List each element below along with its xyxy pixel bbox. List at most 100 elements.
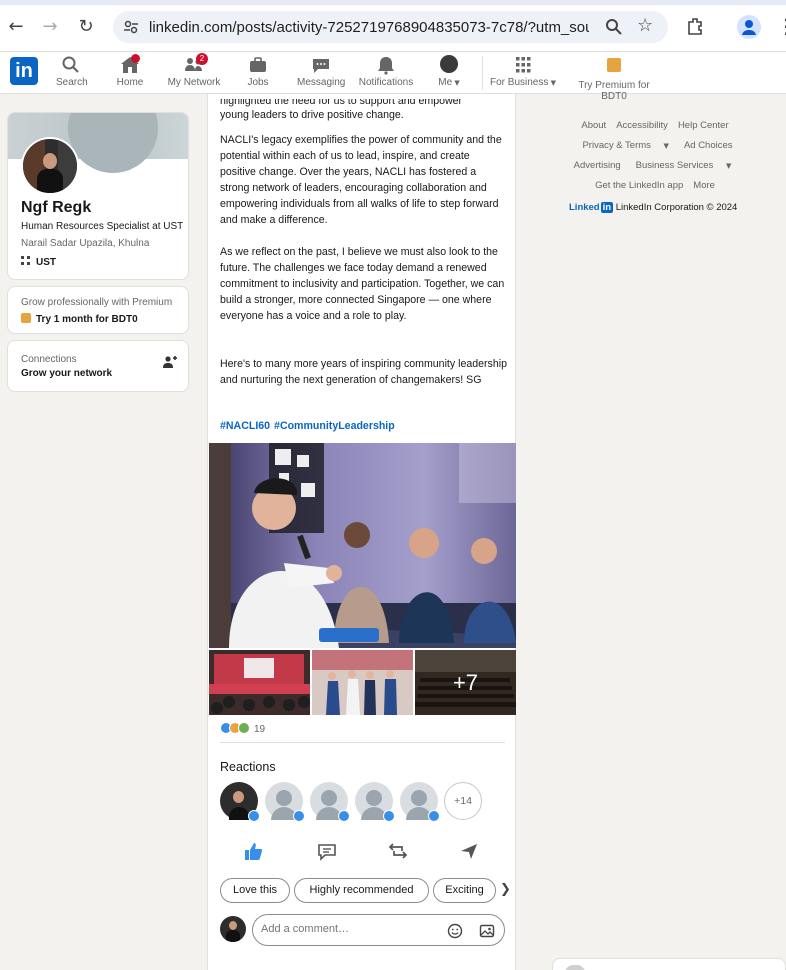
messaging-overlay[interactable] xyxy=(552,958,786,970)
nav-jobs[interactable]: Jobs xyxy=(244,55,272,88)
profile-company-label: UST xyxy=(36,257,56,268)
post-thumbnail-2[interactable] xyxy=(312,650,413,715)
reaction-summary[interactable]: 19 xyxy=(220,722,265,735)
footer-links: About Accessibility Help Center Privacy & … xyxy=(560,116,750,196)
message-icon xyxy=(313,59,329,73)
zoom-icon[interactable] xyxy=(605,18,623,36)
briefcase-icon xyxy=(250,57,266,72)
post-thumbnail-1[interactable] xyxy=(209,650,310,715)
network-notification-badge: 2 xyxy=(196,53,208,65)
reactor-avatar[interactable] xyxy=(310,782,350,822)
hashtag-link[interactable]: #NACLI60 xyxy=(220,420,270,432)
nav-me[interactable]: Me ▼ xyxy=(434,55,464,88)
post-main-image[interactable] xyxy=(209,443,516,648)
reactor-avatar[interactable] xyxy=(400,782,440,822)
reaction-count: 19 xyxy=(254,724,266,735)
linkedin-logo[interactable]: in xyxy=(10,57,38,85)
footer-link-advertising[interactable]: Advertising xyxy=(574,160,621,171)
nav-home-label: Home xyxy=(116,77,144,88)
premium-icon xyxy=(21,313,31,323)
repost-icon[interactable] xyxy=(387,840,409,862)
profile-card[interactable]: Ngf Regk Human Resources Specialist at U… xyxy=(7,112,189,280)
event-stage-photo xyxy=(209,650,310,715)
hashtag-link[interactable]: #CommunityLeadership xyxy=(274,420,395,432)
bell-icon xyxy=(378,57,394,75)
premium-card[interactable]: Grow professionally with Premium Try 1 m… xyxy=(7,286,189,334)
address-bar[interactable]: linkedin.com/posts/activity-725271976890… xyxy=(113,11,668,43)
nav-notifications-label: Notifications xyxy=(358,77,414,88)
footer-link-business-services[interactable]: Business Services ▼ xyxy=(631,160,737,171)
nav-home[interactable]: Home xyxy=(114,54,146,88)
more-reactors-button[interactable]: +14 xyxy=(444,782,482,820)
chevron-down-icon: ▼ xyxy=(452,79,460,87)
post-hashtags: #NACLI60 #CommunityLeadership xyxy=(220,420,399,432)
nav-my-network[interactable]: 2 My Network xyxy=(166,53,222,88)
comment-box[interactable] xyxy=(252,914,505,946)
profile-name[interactable]: Ngf Regk xyxy=(21,199,91,217)
footer-link-privacy-terms[interactable]: Privacy & Terms ▼ xyxy=(577,140,673,151)
send-icon[interactable] xyxy=(458,840,480,862)
like-badge-icon xyxy=(428,810,440,822)
url-text[interactable]: linkedin.com/posts/activity-725271976890… xyxy=(149,19,589,36)
post-card: highlighted the need for us to support a… xyxy=(207,94,516,970)
post-thumbnail-more[interactable]: +7 xyxy=(415,650,516,715)
chevron-right-icon[interactable]: ❯ xyxy=(500,882,511,897)
add-connection-icon[interactable] xyxy=(163,355,177,369)
footer-link-more[interactable]: More xyxy=(693,180,715,191)
profile-company[interactable]: UST xyxy=(21,256,56,268)
avatar xyxy=(220,916,246,942)
footer-link-business-services-label: Business Services xyxy=(635,160,714,171)
site-settings-icon[interactable] xyxy=(123,19,139,35)
linkedin-wordmark-in: in xyxy=(600,202,614,213)
post-paragraph-2: As we reflect on the past, I believe we … xyxy=(220,246,505,322)
bookmark-star-icon[interactable]: ☆ xyxy=(637,15,653,36)
premium-trial-link[interactable]: Try 1 month for BDT0 xyxy=(21,313,138,325)
nav-for-business[interactable]: For Business ▼ xyxy=(490,55,556,88)
connections-card[interactable]: Connections Grow your network xyxy=(7,340,189,392)
chevron-down-icon: ▼ xyxy=(663,142,669,150)
extensions-icon[interactable] xyxy=(686,16,706,36)
avatar xyxy=(565,965,585,970)
footer-link-get-app[interactable]: Get the LinkedIn app xyxy=(595,180,683,191)
avatar[interactable] xyxy=(21,137,79,195)
suggestion-chip[interactable]: Love this xyxy=(220,878,290,903)
like-icon[interactable] xyxy=(242,840,264,862)
profile-location: Narail Sadar Upazila, Khulna xyxy=(21,238,150,249)
browser-menu-icon[interactable]: ⋮ xyxy=(776,14,786,38)
nav-messaging-label: Messaging xyxy=(297,77,346,88)
reactor-avatar[interactable] xyxy=(355,782,395,822)
browser-profile-icon[interactable] xyxy=(737,15,761,39)
linkedin-wordmark: Linked in xyxy=(569,202,614,213)
footer-link-accessibility[interactable]: Accessibility xyxy=(616,120,668,131)
reload-icon[interactable]: ↻ xyxy=(76,17,96,37)
comment-input[interactable] xyxy=(261,923,441,935)
footer-link-about[interactable]: About xyxy=(581,120,606,131)
suggestion-chip[interactable]: Exciting xyxy=(433,878,496,903)
grid-apps-icon xyxy=(516,57,531,73)
reactions-title: Reactions xyxy=(220,760,276,774)
grow-network-link[interactable]: Grow your network xyxy=(21,368,112,379)
nav-for-business-label: For Business xyxy=(490,77,549,88)
suggestion-chip[interactable]: Highly recommended xyxy=(294,878,429,903)
nav-search[interactable]: Search xyxy=(56,55,88,88)
premium-icon xyxy=(603,58,625,78)
nav-notifications[interactable]: Notifications xyxy=(358,55,414,88)
footer-link-help-center[interactable]: Help Center xyxy=(678,120,729,131)
reactor-avatar[interactable] xyxy=(265,782,305,822)
nav-jobs-label: Jobs xyxy=(247,77,269,88)
forward-icon[interactable]: → xyxy=(40,17,60,37)
nav-divider xyxy=(482,56,483,90)
back-icon[interactable]: ← xyxy=(6,17,26,37)
like-badge-icon xyxy=(383,810,395,822)
comment-icon[interactable] xyxy=(316,840,338,862)
reactor-avatar[interactable] xyxy=(220,782,260,822)
emoji-icon[interactable] xyxy=(447,923,463,939)
nav-try-premium[interactable]: Try Premium for BDT0 xyxy=(566,55,662,102)
like-badge-icon xyxy=(293,810,305,822)
nav-messaging[interactable]: Messaging xyxy=(297,55,345,88)
footer-link-ad-choices[interactable]: Ad Choices xyxy=(684,140,733,151)
image-icon[interactable] xyxy=(479,923,495,939)
nav-my-network-label: My Network xyxy=(167,77,221,88)
panel-discussion-photo xyxy=(209,443,516,648)
linkedin-copyright: Linked in LinkedIn Corporation © 2024 xyxy=(569,202,737,213)
